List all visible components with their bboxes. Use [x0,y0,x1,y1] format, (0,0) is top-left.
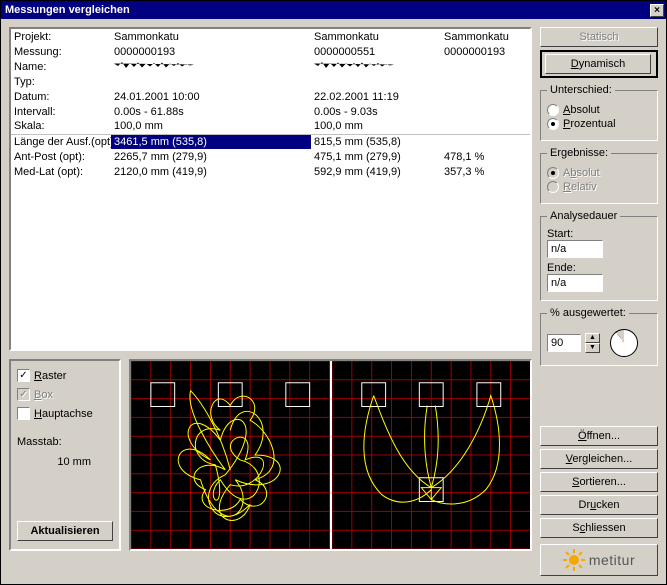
cell-name-1[interactable] [311,59,441,74]
metitur-logo: metitur [540,544,658,576]
cell-antpost-1[interactable]: 475,1 mm (279,9) [311,149,441,164]
cell-laenge-1[interactable]: 815,5 mm (535,8) [311,134,441,149]
radio-absolut-diff[interactable]: Absolut [547,104,651,116]
start-label: Start: [547,228,651,240]
cell-projekt-1[interactable]: Sammonkatu [311,29,441,44]
aktualisieren-button[interactable]: Aktualisieren [17,521,113,541]
pie-icon [610,329,638,357]
measurements-table: Projekt: Sammonkatu Sammonkatu Sammonkat… [11,29,530,179]
ausgewertet-group: % ausgewertet: ▲ ▼ [540,307,658,366]
row-label-typ: Typ: [11,74,111,89]
spin-down-icon[interactable]: ▼ [585,343,600,353]
plot-right[interactable] [332,361,531,549]
cell-antpost-0[interactable]: 2265,7 mm (279,9) [111,149,311,164]
row-label-antpost: Ant-Post (opt): [11,149,111,164]
logo-text: metitur [589,552,635,568]
row-label-laenge: Länge der Ausf.(opt): [11,134,111,149]
checkbox-hauptachse[interactable]: Hauptachse [17,407,113,420]
oeffnen-button[interactable]: Öffnen... [540,426,658,446]
sortieren-button[interactable]: Sortieren... [540,472,658,492]
radio-prozentual[interactable]: Prozentual [547,118,651,130]
sun-icon [563,549,585,571]
window-title: Messungen vergleichen [5,4,130,16]
cell-medlat-0[interactable]: 2120,0 mm (419,9) [111,164,311,179]
cell-datum-1[interactable]: 22.02.2001 11:19 [311,89,441,104]
cell-skala-1[interactable]: 100,0 mm [311,119,441,134]
checkbox-box: ✓Box [17,388,113,401]
cell-messung-1[interactable]: 0000000551 [311,44,441,59]
unterschied-group: Unterschied: Absolut Prozentual [540,84,658,141]
row-label-intervall: Intervall: [11,104,111,119]
massstab-label: Masstab: [17,436,113,448]
spin-up-icon[interactable]: ▲ [585,333,600,343]
analysedauer-group: Analysedauer Start: Ende: [540,210,658,301]
cell-projekt-0[interactable]: Sammonkatu [111,29,311,44]
massstab-value: 10 mm [17,456,113,468]
cell-datum-0[interactable]: 24.01.2001 10:00 [111,89,311,104]
row-label-projekt: Projekt: [11,29,111,44]
compare-measurements-window: Messungen vergleichen × Projekt: Sammonk… [0,0,667,585]
ende-label: Ende: [547,262,651,274]
cell-projekt-2[interactable]: Sammonkatu [441,29,530,44]
cell-medlat-diff[interactable]: 357,3 % [441,164,530,179]
plot-left[interactable] [131,361,330,549]
row-label-datum: Datum: [11,89,111,104]
schliessen-button[interactable]: Schliessen [540,518,658,538]
statisch-button: Statisch [540,27,658,47]
radio-absolut-result: Absolut [547,167,651,179]
cell-medlat-1[interactable]: 592,9 mm (419,9) [311,164,441,179]
ergebnisse-title: Ergebnisse: [547,147,611,159]
row-label-name: Name: [11,59,111,74]
cell-laenge-0[interactable]: 3461,5 mm (535,8) [111,134,311,149]
ausgewertet-spinner[interactable]: ▲ ▼ [585,333,600,353]
analysedauer-title: Analysedauer [547,210,620,222]
plot-options-panel: ✓Raster ✓Box Hauptachse Masstab: 10 mm A… [9,359,121,551]
cell-intervall-0[interactable]: 0.00s - 61.88s [111,104,311,119]
vergleichen-button[interactable]: Vergleichen... [540,449,658,469]
titlebar: Messungen vergleichen × [1,1,666,19]
dynamisch-button[interactable]: Dynamisch [545,54,651,74]
row-label-skala: Skala: [11,119,111,134]
cell-name-0[interactable] [111,59,311,74]
ausgewertet-label: % ausgewertet: [547,307,629,319]
ergebnisse-group: Ergebnisse: Absolut Relativ [540,147,658,204]
unterschied-title: Unterschied: [547,84,615,96]
row-label-messung: Messung: [11,44,111,59]
signature-icon [314,60,394,70]
ende-input[interactable] [547,274,603,292]
row-label-medlat: Med-Lat (opt): [11,164,111,179]
cell-antpost-diff[interactable]: 478,1 % [441,149,530,164]
cell-skala-0[interactable]: 100,0 mm [111,119,311,134]
cell-messung-0[interactable]: 0000000193 [111,44,311,59]
cell-name-2[interactable] [441,59,530,74]
plots-panel [129,359,532,551]
ausgewertet-input[interactable] [547,334,581,352]
drucken-button[interactable]: Drucken [540,495,658,515]
signature-icon [114,60,194,70]
cell-intervall-1[interactable]: 0.00s - 9.03s [311,104,441,119]
cell-messung-2[interactable]: 0000000193 [441,44,530,59]
raster-label: aster [42,370,66,382]
start-input[interactable] [547,240,603,258]
measurements-table-panel: Projekt: Sammonkatu Sammonkatu Sammonkat… [9,27,532,351]
close-icon[interactable]: × [650,4,664,17]
radio-relativ: Relativ [547,181,651,193]
checkbox-raster[interactable]: ✓Raster [17,369,113,382]
